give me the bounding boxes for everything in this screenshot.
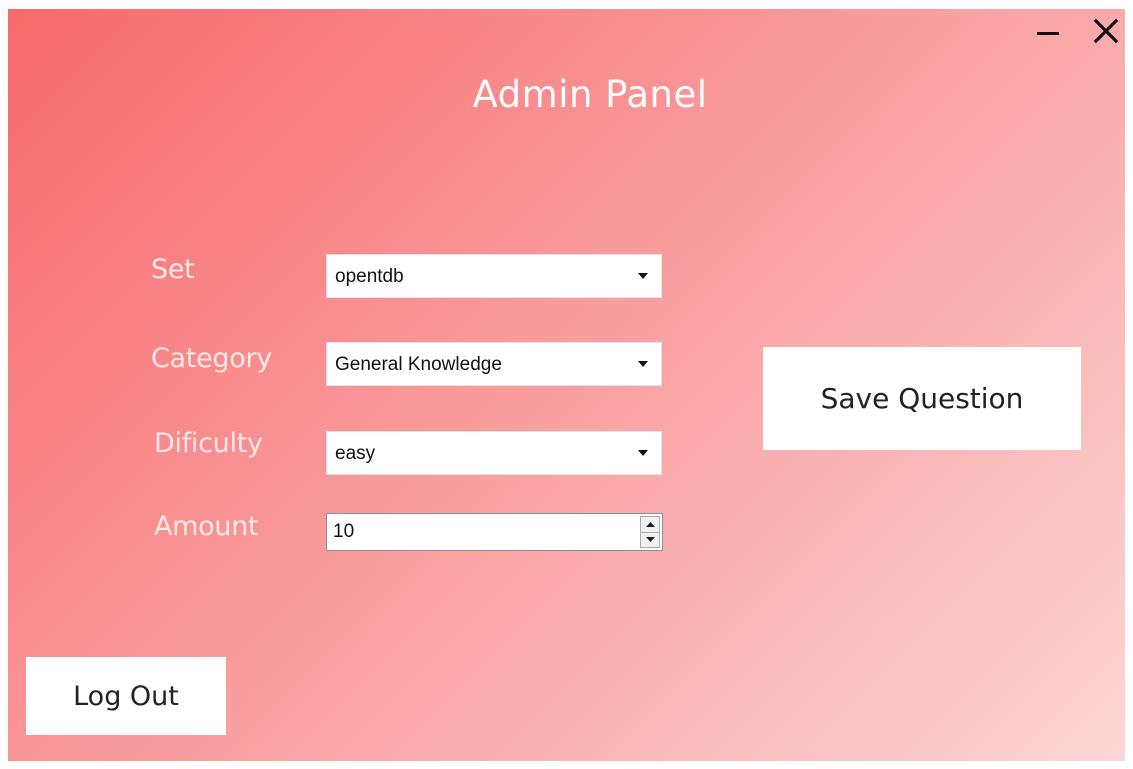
difficulty-label: Dificulty: [154, 428, 263, 459]
save-question-button[interactable]: Save Question: [763, 347, 1081, 450]
triangle-up-icon: [645, 521, 655, 527]
set-dropdown-value: opentdb: [335, 266, 404, 287]
difficulty-dropdown-value: easy: [335, 443, 376, 464]
minimize-icon: [1037, 32, 1059, 35]
close-icon: [1093, 18, 1119, 44]
difficulty-dropdown[interactable]: easy: [326, 431, 662, 475]
chevron-down-icon: [638, 450, 648, 456]
stepper-buttons: [640, 516, 660, 548]
set-dropdown[interactable]: opentdb: [326, 254, 662, 298]
dropdown-arrow-button[interactable]: [625, 432, 661, 474]
category-label: Category: [151, 343, 272, 374]
minimize-button[interactable]: [1031, 14, 1065, 48]
amount-label: Amount: [154, 511, 259, 542]
admin-panel-window: Admin Panel Set opentdb Category General…: [8, 9, 1125, 761]
close-button[interactable]: [1089, 14, 1123, 48]
log-out-button[interactable]: Log Out: [26, 657, 226, 735]
dropdown-arrow-button[interactable]: [625, 255, 661, 297]
triangle-down-icon: [645, 537, 655, 543]
category-dropdown[interactable]: General Knowledge: [326, 342, 662, 386]
chevron-down-icon: [638, 361, 648, 367]
dropdown-arrow-button[interactable]: [625, 343, 661, 385]
decrement-button[interactable]: [640, 532, 660, 548]
increment-button[interactable]: [640, 516, 660, 533]
category-dropdown-value: General Knowledge: [335, 354, 502, 375]
amount-stepper[interactable]: [326, 513, 663, 551]
set-label: Set: [151, 254, 195, 285]
page-title: Admin Panel: [472, 73, 708, 116]
chevron-down-icon: [638, 273, 648, 279]
amount-input[interactable]: [327, 514, 617, 550]
